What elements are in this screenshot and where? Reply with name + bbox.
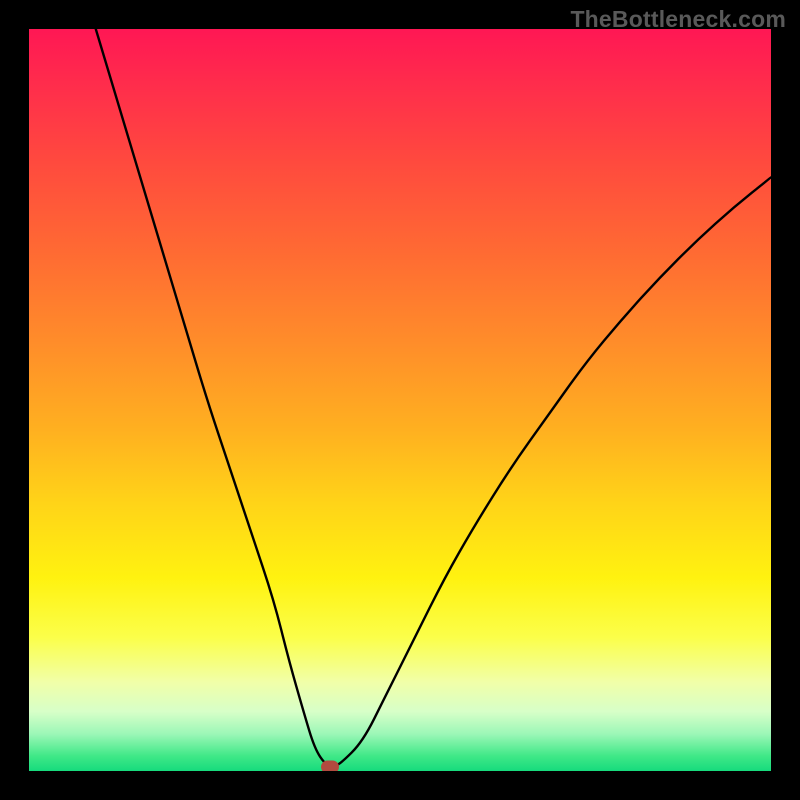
plot-area [29,29,771,771]
minimum-marker [321,760,339,771]
chart-frame: TheBottleneck.com [0,0,800,800]
bottleneck-curve [29,29,771,771]
watermark-text: TheBottleneck.com [570,6,786,33]
